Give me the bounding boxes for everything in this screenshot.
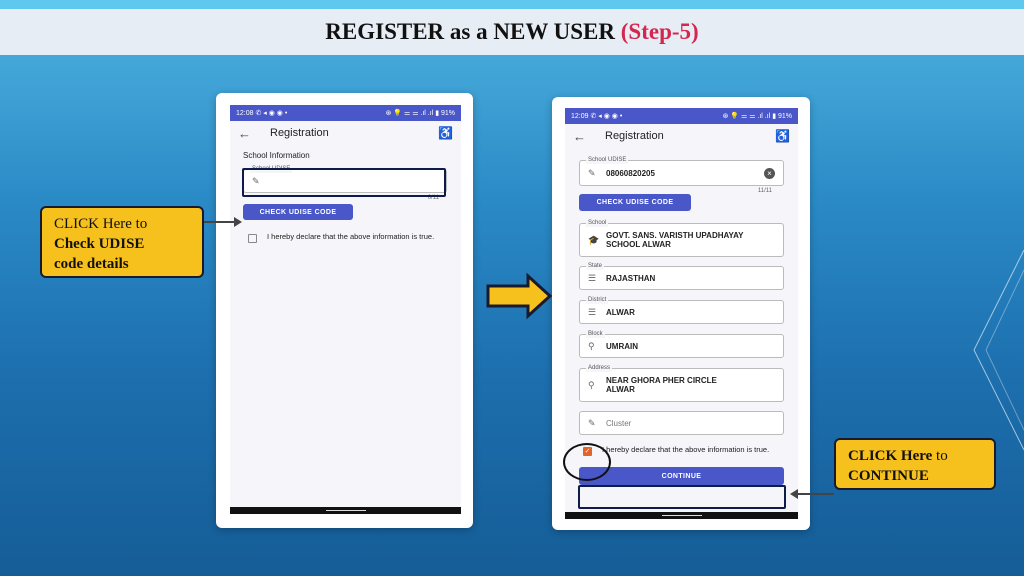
status-right-icons: ⊛ 💡 ⚌ ⚌ .ıl .ıl ▮ 91% bbox=[722, 113, 793, 120]
field-label: District bbox=[586, 296, 609, 304]
cluster-placeholder: Cluster bbox=[606, 418, 632, 428]
callout-line-bold: code details bbox=[54, 256, 129, 272]
list-icon: ☰ bbox=[588, 272, 597, 283]
pencil-icon: ✎ bbox=[588, 417, 596, 428]
check-udise-code-button[interactable]: CHECK UDISE CODE bbox=[579, 194, 691, 211]
callout-line: CLICK Here to bbox=[54, 216, 148, 232]
field-label: School UDISE bbox=[586, 156, 629, 164]
field-value: UMRAIN bbox=[606, 341, 638, 351]
location-pin-icon: ⚲ bbox=[588, 340, 595, 351]
callout-check-udise: CLICK Here to Check UDISE code details bbox=[40, 206, 204, 278]
udise-input-highlight bbox=[242, 168, 446, 197]
pencil-icon: ✎ bbox=[588, 167, 596, 178]
status-time: 12:09 bbox=[571, 113, 589, 120]
field-label: School bbox=[586, 219, 609, 227]
decorative-lines bbox=[973, 249, 1024, 451]
status-notification-icons: ✆ ◂ ◉ ◉ • bbox=[255, 110, 288, 117]
system-nav-bar bbox=[565, 512, 798, 519]
list-icon: ☰ bbox=[588, 306, 597, 317]
declaration-checkbox[interactable] bbox=[248, 234, 257, 243]
status-notification-icons: ✆ ◂ ◉ ◉ • bbox=[590, 113, 623, 120]
field-label: Block bbox=[586, 330, 605, 338]
callout-line: CLICK Here to bbox=[848, 448, 948, 464]
accessibility-icon[interactable]: ♿ bbox=[438, 126, 453, 140]
callout-line-bold: Check UDISE bbox=[54, 236, 145, 252]
app-bar: ← Registration ♿ bbox=[230, 121, 461, 145]
continue-button[interactable]: CONTINUE bbox=[579, 467, 784, 485]
graduation-cap-icon: 🎓 bbox=[588, 234, 600, 245]
check-udise-code-button[interactable]: CHECK UDISE CODE bbox=[243, 204, 353, 220]
field-value: 08060820205 bbox=[606, 168, 655, 178]
app-bar: ← Registration ♿ bbox=[565, 124, 798, 148]
field-value: ALWAR bbox=[606, 307, 635, 317]
app-bar-title: Registration bbox=[270, 127, 329, 139]
page-title-text: REGISTER as a NEW USER bbox=[325, 19, 616, 44]
page-title: REGISTER as a NEW USER (Step-5) bbox=[0, 9, 1024, 55]
accessibility-icon[interactable]: ♿ bbox=[775, 129, 790, 143]
callout-continue: CLICK Here to CONTINUE bbox=[834, 438, 996, 490]
address-field: Address ⚲ NEAR GHORA PHER CIRCLE ALWAR bbox=[579, 364, 784, 402]
continue-button-highlight bbox=[578, 485, 786, 509]
status-bar: 12:09 ✆ ◂ ◉ ◉ • ⊛ 💡 ⚌ ⚌ .ıl .ıl ▮ 91% bbox=[565, 108, 798, 124]
state-field: State ☰ RAJASTHAN bbox=[579, 262, 784, 290]
declaration-row: I hereby declare that the above informat… bbox=[248, 232, 441, 243]
app-bar-title: Registration bbox=[605, 130, 664, 142]
section-title-clipped bbox=[578, 148, 798, 152]
status-right-icons: ⊛ 💡 ⚌ ⚌ .ıl .ıl ▮ 91% bbox=[385, 110, 456, 117]
school-udise-input[interactable]: School UDISE ✎ 08060820205 × bbox=[579, 156, 784, 186]
status-time: 12:08 bbox=[236, 110, 254, 117]
home-indicator[interactable] bbox=[325, 510, 366, 511]
declaration-text: I hereby declare that the above informat… bbox=[267, 232, 435, 241]
transition-arrow-icon bbox=[486, 272, 553, 320]
status-bar: 12:08 ✆ ◂ ◉ ◉ • ⊛ 💡 ⚌ ⚌ .ıl .ıl ▮ 91% bbox=[230, 105, 461, 121]
clear-icon[interactable]: × bbox=[764, 167, 775, 179]
top-accent-strip bbox=[0, 0, 1024, 9]
system-nav-bar bbox=[230, 507, 461, 514]
field-label: Address bbox=[586, 364, 613, 372]
block-field: Block ⚲ UMRAIN bbox=[579, 330, 784, 358]
app-screen: 12:08 ✆ ◂ ◉ ◉ • ⊛ 💡 ⚌ ⚌ .ıl .ıl ▮ 91% ← … bbox=[230, 105, 461, 514]
cluster-field[interactable]: ✎ Cluster bbox=[579, 411, 784, 435]
back-arrow-icon[interactable]: ← bbox=[573, 129, 595, 144]
declaration-row: ✓ I hereby declare that the above inform… bbox=[583, 445, 778, 456]
field-value: RAJASTHAN bbox=[606, 273, 656, 283]
field-label: State bbox=[586, 262, 605, 270]
back-arrow-icon[interactable]: ← bbox=[238, 126, 260, 141]
declaration-text: I hereby declare that the above informat… bbox=[602, 445, 770, 454]
phone-screenshot-before: 12:08 ✆ ◂ ◉ ◉ • ⊛ 💡 ⚌ ⚌ .ıl .ıl ▮ 91% ← … bbox=[216, 93, 473, 528]
section-title: School Information bbox=[243, 151, 310, 160]
field-value: NEAR GHORA PHER CIRCLE ALWAR bbox=[606, 376, 717, 394]
page-title-step: (Step-5) bbox=[620, 19, 699, 44]
district-field: District ☰ ALWAR bbox=[579, 296, 784, 324]
callout-line-bold: CONTINUE bbox=[848, 468, 929, 484]
field-value: GOVT. SANS. VARISTH UPADHAYAY SCHOOL ALW… bbox=[606, 231, 744, 249]
location-pin-icon: ⚲ bbox=[588, 379, 595, 390]
school-field: School 🎓 GOVT. SANS. VARISTH UPADHAYAY S… bbox=[579, 219, 784, 257]
checkbox-circle-highlight bbox=[563, 443, 611, 481]
home-indicator[interactable] bbox=[661, 515, 702, 516]
